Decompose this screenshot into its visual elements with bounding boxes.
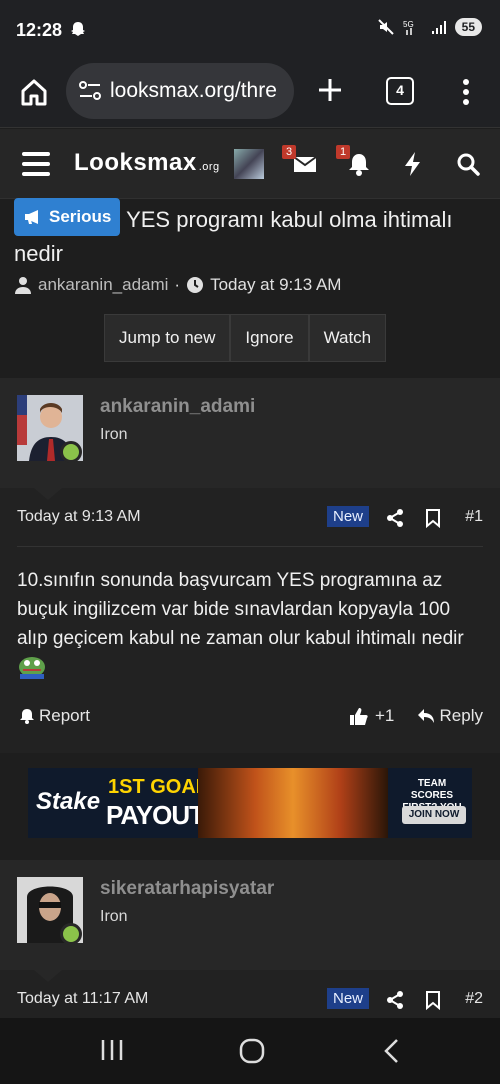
post-rank: Iron	[100, 426, 128, 443]
post-username[interactable]: sikeratarhapisyatar	[100, 878, 274, 900]
like-button[interactable]: +1	[349, 706, 394, 726]
bell-icon	[20, 709, 34, 724]
post-user-block: ankaranin_adami Iron	[0, 378, 500, 500]
site-header: Lᴏᴏksmax .org 3 1	[0, 129, 500, 199]
jump-to-new-button[interactable]: Jump to new	[104, 314, 231, 362]
site-logo[interactable]: Lᴏᴏksmax .org	[74, 149, 220, 177]
menu-hamburger-icon[interactable]	[22, 152, 50, 176]
post-header: Today at 9:13 AM New #1	[17, 506, 483, 538]
share-icon[interactable]	[385, 990, 405, 1010]
ad-payout-text: PAYOUT	[106, 800, 205, 830]
recent-apps-icon[interactable]	[100, 1038, 124, 1062]
alerts-badge: 1	[336, 145, 351, 159]
thumbs-up-icon	[350, 708, 368, 725]
inbox-button[interactable]: 3	[282, 145, 318, 177]
post-text: 10.sınıfın sonunda başvurcam YES program…	[17, 570, 464, 649]
megaphone-icon	[25, 210, 38, 224]
meta-separator: ·	[174, 275, 181, 294]
share-icon[interactable]	[385, 508, 405, 528]
post-date[interactable]: Today at 11:17 AM	[17, 990, 148, 1007]
post-header: Today at 11:17 AM New #2	[17, 988, 483, 1020]
thread-date[interactable]: Today at 9:13 AM	[210, 275, 341, 295]
ad-banner[interactable]: Stake 1ST GOAL PAYOUT TEAM SCORES FIRST?…	[28, 768, 472, 838]
ad-players-image	[198, 768, 388, 838]
bookmark-icon[interactable]	[425, 508, 441, 528]
bookmark-icon[interactable]	[425, 990, 441, 1010]
home-icon[interactable]	[18, 76, 50, 108]
home-nav-icon[interactable]	[239, 1038, 265, 1064]
post-number[interactable]: #1	[465, 508, 483, 526]
clock-icon	[187, 277, 204, 293]
prefix-label: Serious	[49, 207, 112, 226]
thread-author[interactable]: ankaranin_adami	[38, 275, 168, 295]
status-bar: 12:28 5G 55	[0, 0, 500, 60]
post-user-block: sikeratarhapisyatar Iron	[0, 860, 500, 982]
ignore-button[interactable]: Ignore	[230, 314, 309, 362]
user-icon	[15, 277, 31, 294]
user-block-arrow	[34, 488, 62, 500]
snapchat-icon	[71, 22, 85, 36]
ad-join-button[interactable]: JOIN NOW	[402, 806, 466, 824]
search-icon[interactable]	[455, 151, 481, 177]
user-avatar[interactable]	[234, 149, 264, 179]
user-block-arrow	[34, 970, 62, 982]
thread-title: Serious YES programı kabul olma ihtimalı…	[14, 198, 484, 271]
new-badge: New	[326, 988, 369, 1009]
status-icons: 5G 55	[377, 18, 482, 36]
post-date[interactable]: Today at 9:13 AM	[17, 508, 141, 525]
post-1: ankaranin_adami Iron Today at 9:13 AM Ne…	[0, 378, 500, 753]
online-indicator	[60, 441, 82, 463]
prefix-badge[interactable]: Serious	[14, 198, 121, 236]
reply-arrow-icon	[417, 709, 434, 723]
url-text[interactable]: looksmax.org/thre	[110, 79, 286, 103]
post-divider	[17, 546, 483, 547]
more-menu-icon[interactable]	[456, 76, 476, 108]
report-button[interactable]: Report	[19, 706, 90, 726]
ad-goal-text: 1ST GOAL	[108, 776, 209, 798]
reply-label: Reply	[439, 706, 483, 725]
address-bar[interactable]: looksmax.org/thre	[66, 63, 294, 119]
reply-button[interactable]: Reply	[417, 706, 483, 726]
back-icon[interactable]	[382, 1038, 402, 1064]
online-indicator	[60, 923, 82, 945]
thread-actions: Jump to new Ignore Watch	[104, 314, 387, 362]
post-body: 10.sınıfın sonunda başvurcam YES program…	[17, 566, 483, 682]
tab-switcher-button[interactable]: 4	[386, 77, 414, 105]
pepe-emoji-icon	[19, 657, 45, 679]
system-nav-bar	[0, 1018, 500, 1084]
watch-button[interactable]: Watch	[308, 314, 387, 362]
thread-meta: ankaranin_adami · Today at 9:13 AM	[14, 275, 341, 295]
network-5g-icon: 5G	[403, 20, 414, 35]
report-label: Report	[39, 706, 91, 725]
alerts-button[interactable]: 1	[336, 145, 372, 177]
status-time: 12:28	[16, 20, 63, 40]
site-settings-icon[interactable]	[78, 80, 102, 102]
like-count: +1	[375, 706, 395, 725]
new-tab-icon[interactable]	[316, 76, 344, 104]
post-2: sikeratarhapisyatar Iron Today at 11:17 …	[0, 860, 500, 1018]
post-footer: Report +1 Reply	[17, 706, 483, 736]
post-number[interactable]: #2	[465, 990, 483, 1008]
post-rank: Iron	[100, 908, 128, 925]
lightning-icon[interactable]	[400, 151, 426, 177]
browser-toolbar: looksmax.org/thre 4	[0, 60, 500, 128]
post-username[interactable]: ankaranin_adami	[100, 396, 255, 418]
ad-brand: Stake	[36, 788, 101, 815]
mute-icon	[377, 19, 394, 35]
signal-icon	[431, 21, 446, 34]
svg-text:5G: 5G	[403, 20, 414, 29]
battery-level: 55	[454, 18, 482, 36]
new-badge: New	[326, 506, 369, 527]
inbox-badge: 3	[282, 145, 297, 159]
